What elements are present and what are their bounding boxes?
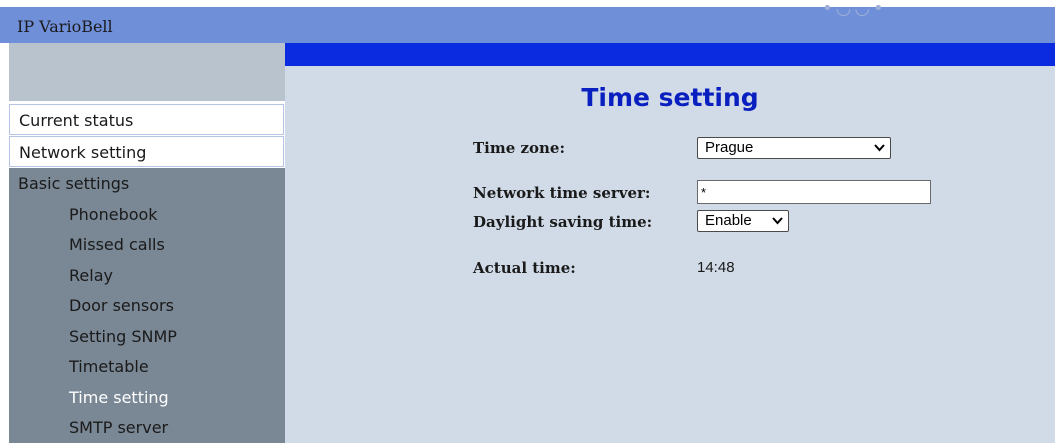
sub-item-smtp-server[interactable]: SMTP server: [69, 418, 168, 437]
actual-time-value: 14:48: [697, 259, 735, 276]
app-title: IP VarioBell: [17, 17, 113, 36]
sub-item-timetable[interactable]: Timetable: [69, 357, 149, 376]
time-zone-value: Prague: [705, 139, 754, 156]
logo-placeholder: [9, 43, 285, 101]
sub-item-setting-snmp[interactable]: Setting SNMP: [69, 327, 177, 346]
submenu-basic-settings: Basic settings Phonebook Missed calls Re…: [9, 168, 285, 443]
sub-item-time-setting[interactable]: Time setting: [69, 388, 169, 407]
dst-value: Enable: [705, 212, 752, 229]
top-bar: IP VarioBell •◡◡•: [0, 0, 1055, 43]
chevron-down-icon: [874, 144, 885, 152]
main-content: Time setting Time zone: Prague Network t…: [285, 43, 1055, 443]
chevron-down-icon: [772, 217, 783, 225]
dst-label: Daylight saving time:: [473, 213, 653, 231]
nav-item-network-setting[interactable]: Network setting: [9, 136, 284, 167]
left-navigation: Current status Network setting Basic set…: [9, 43, 285, 443]
sub-item-relay[interactable]: Relay: [69, 266, 113, 285]
nav-item-basic-settings[interactable]: Basic settings: [18, 174, 129, 193]
time-zone-label: Time zone:: [473, 139, 566, 157]
logo-fragment: •◡◡•: [822, 0, 887, 19]
sub-item-missed-calls[interactable]: Missed calls: [69, 235, 165, 254]
time-zone-select[interactable]: Prague: [697, 137, 891, 159]
dst-select[interactable]: Enable: [697, 210, 789, 232]
sub-item-phonebook[interactable]: Phonebook: [69, 205, 158, 224]
page-title: Time setting: [581, 83, 759, 112]
header-strip: [285, 43, 1055, 66]
ntp-server-input[interactable]: [697, 180, 931, 204]
nav-item-current-status[interactable]: Current status: [9, 104, 284, 135]
actual-time-label: Actual time:: [473, 259, 576, 277]
sub-item-door-sensors[interactable]: Door sensors: [69, 296, 174, 315]
ntp-server-label: Network time server:: [473, 184, 651, 202]
